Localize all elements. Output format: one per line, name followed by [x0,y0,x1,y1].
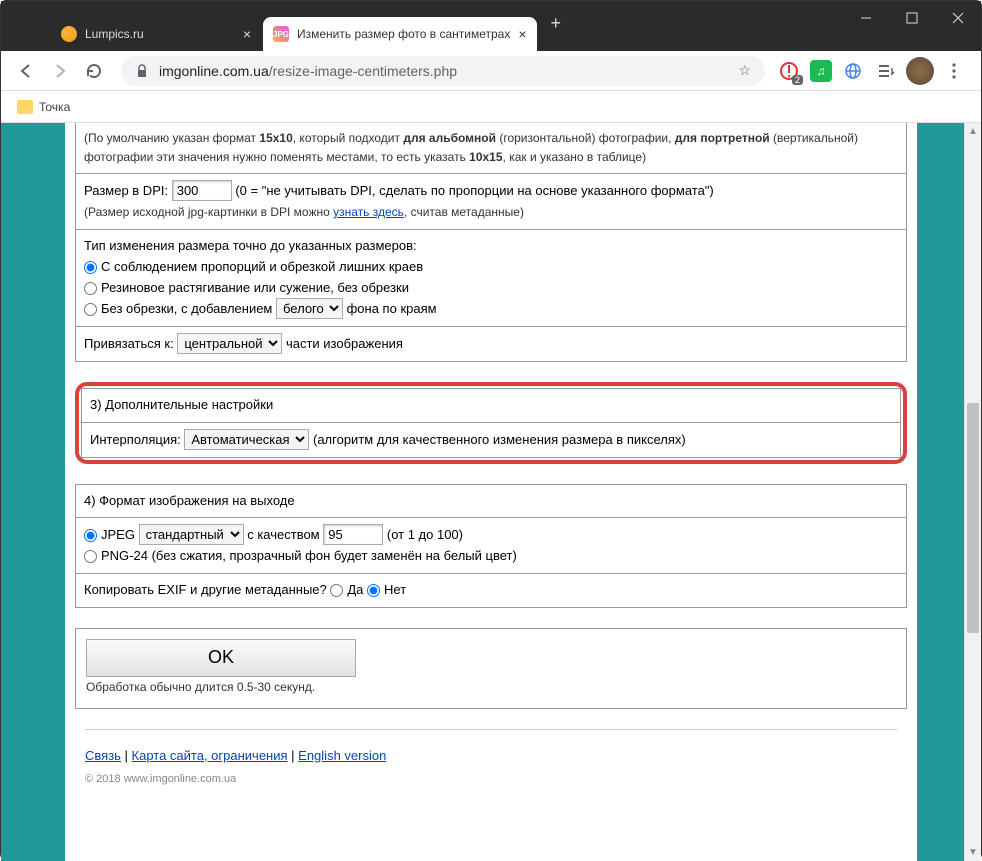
resize-type-opt1[interactable]: С соблюдением пропорций и обрезкой лишни… [84,259,423,274]
jpeg-quality-input[interactable] [323,524,383,545]
bookmark-star-icon[interactable]: ☆ [738,62,751,79]
bookmarks-bar: Точка [1,91,981,123]
scroll-up-button[interactable]: ▲ [965,123,981,140]
exif-yes[interactable]: Да [330,582,367,597]
forward-button[interactable] [45,56,75,86]
menu-button[interactable] [940,57,968,85]
resize-type-title: Тип изменения размера точно до указанных… [84,238,417,253]
bookmark-label: Точка [39,100,70,114]
window-controls [843,1,981,35]
interp-row: Интерполяция: Автоматическая (алгоритм д… [82,423,900,457]
url-text: imgonline.com.ua/resize-image-centimeter… [159,63,738,79]
extension-music[interactable]: ♫ [810,60,832,82]
jpeg-mode-select[interactable]: стандартный [139,524,244,545]
browser-tab-inactive[interactable]: Lumpics.ru × [51,17,261,51]
copyright: © 2018 www.imgonline.com.ua [75,769,907,789]
close-icon[interactable]: × [518,26,526,42]
browser-tabs: Lumpics.ru × JPG Изменить размер фото в … [1,1,843,51]
favicon-imgonline: JPG [273,26,289,42]
contact-link[interactable]: Связь [85,748,121,763]
dpi-row: Размер в DPI: (0 = "не учитывать DPI, сд… [76,174,906,230]
browser-titlebar: Lumpics.ru × JPG Изменить размер фото в … [1,1,981,51]
footer-links: Связь | Карта сайта, ограничения | Engli… [75,730,907,769]
new-tab-button[interactable]: + [539,13,574,34]
radio-pad[interactable] [84,303,97,316]
profile-avatar[interactable] [906,57,934,85]
section-output-format: 4) Формат изображения на выходе JPEG ста… [75,484,907,608]
interp-hint: (алгоритм для качественного изменения ра… [313,432,686,447]
resize-type-opt2[interactable]: Резиновое растягивание или сужение, без … [84,280,409,295]
anchor-select[interactable]: центральной [177,333,282,354]
folder-icon [17,100,33,114]
exif-no[interactable]: Нет [367,582,406,597]
radio-exif-yes[interactable] [330,584,343,597]
radio-crop[interactable] [84,261,97,274]
radio-exif-no[interactable] [367,584,380,597]
page-viewport: (По умолчанию указан формат 15x10, котор… [1,123,981,861]
format-options-row: JPEG стандартный с качеством (от 1 до 10… [76,518,906,574]
dpi-hint: (0 = "не учитывать DPI, сделать по пропо… [235,183,713,198]
resize-type-row: Тип изменения размера точно до указанных… [76,230,906,327]
ok-button[interactable]: OK [86,639,356,677]
address-bar[interactable]: imgonline.com.ua/resize-image-centimeter… [121,56,765,86]
scroll-thumb[interactable] [967,403,979,633]
format-hint: (По умолчанию указан формат 15x10, котор… [76,123,906,174]
extension-badge: 2 [792,75,803,85]
radio-stretch[interactable] [84,282,97,295]
submit-section: OK Обработка обычно длится 0.5-30 секунд… [75,628,907,709]
bookmark-folder[interactable]: Точка [17,100,70,114]
favicon-lumpics [61,26,77,42]
section4-title: 4) Формат изображения на выходе [76,485,906,519]
anchor-row: Привязаться к: центральной части изображ… [76,327,906,361]
lock-icon [135,64,149,78]
back-button[interactable] [11,56,41,86]
interp-label: Интерполяция: [90,432,184,447]
highlight-frame: 3) Дополнительные настройки Интерполяция… [75,382,907,464]
processing-note: Обработка обычно длится 0.5-30 секунд. [86,680,315,694]
close-window-button[interactable] [935,1,981,35]
extension-globe[interactable] [842,60,864,82]
vertical-scrollbar[interactable]: ▲ ▼ [964,123,981,861]
tab-title: Lumpics.ru [85,27,235,41]
page-content: (По умолчанию указан формат 15x10, котор… [65,123,917,861]
close-icon[interactable]: × [243,26,251,42]
sitemap-link[interactable]: Карта сайта, ограничения [132,748,288,763]
maximize-button[interactable] [889,1,935,35]
reload-button[interactable] [79,56,109,86]
dpi-label: Размер в DPI: [84,183,172,198]
minimize-button[interactable] [843,1,889,35]
anchor-label: Привязаться к: [84,336,177,351]
dpi-learn-link[interactable]: узнать здесь [333,205,404,219]
exif-row: Копировать EXIF и другие метаданные? Да … [76,574,906,607]
radio-png[interactable] [84,550,97,563]
section-resize-params: (По умолчанию указан формат 15x10, котор… [75,123,907,362]
format-png[interactable]: PNG-24 (без сжатия, прозрачный фон будет… [84,548,517,563]
format-jpeg[interactable]: JPEG [84,527,139,542]
radio-jpeg[interactable] [84,529,97,542]
section3-title: 3) Дополнительные настройки [82,389,900,423]
resize-type-opt3[interactable]: Без обрезки, с добавлением [84,301,276,316]
pad-color-select[interactable]: белого [276,298,343,319]
dpi-input[interactable] [172,180,232,201]
browser-tab-active[interactable]: JPG Изменить размер фото в сантиметрах × [263,17,537,51]
exif-label: Копировать EXIF и другие метаданные? [84,582,330,597]
browser-toolbar: imgonline.com.ua/resize-image-centimeter… [1,51,981,91]
extension-adblock[interactable]: 2 [778,60,800,82]
interp-select[interactable]: Автоматическая [184,429,309,450]
english-link[interactable]: English version [298,748,386,763]
reading-list-icon[interactable] [872,57,900,85]
tab-title: Изменить размер фото в сантиметрах [297,27,510,41]
section-additional: 3) Дополнительные настройки Интерполяция… [81,388,901,458]
scroll-down-button[interactable]: ▼ [965,844,981,861]
